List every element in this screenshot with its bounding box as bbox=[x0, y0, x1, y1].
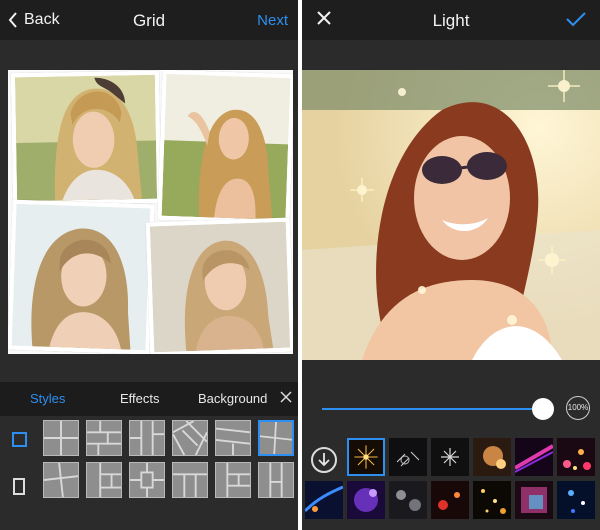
layout-grid-pinwheel[interactable] bbox=[172, 420, 208, 456]
grid-top-bar: Back Grid Next bbox=[0, 0, 298, 40]
collage-photo-3[interactable] bbox=[8, 199, 155, 354]
checkmark-icon[interactable] bbox=[566, 11, 586, 32]
close-icon[interactable] bbox=[280, 390, 292, 408]
collage-photo-1[interactable] bbox=[10, 70, 162, 206]
tool-tab-bar: Styles Effects Background bbox=[0, 382, 298, 416]
effect-light-streak[interactable] bbox=[515, 438, 553, 476]
effect-snowflakes[interactable] bbox=[389, 438, 427, 476]
effect-starburst[interactable] bbox=[431, 438, 469, 476]
layout-grid-angled[interactable] bbox=[43, 462, 79, 498]
intensity-slider-handle[interactable] bbox=[532, 398, 554, 420]
intensity-slider-track[interactable] bbox=[322, 408, 544, 410]
layout-grid-blocks[interactable] bbox=[215, 462, 251, 498]
effect-purple-glow[interactable] bbox=[347, 481, 385, 519]
effect-lens-flare[interactable] bbox=[305, 481, 343, 519]
page-title: Grid bbox=[132, 11, 166, 30]
effect-blue-sparkle[interactable] bbox=[557, 481, 595, 519]
page-title: Light bbox=[432, 11, 470, 30]
layout-grid-cross[interactable] bbox=[129, 462, 165, 498]
layout-grid-tilted[interactable] bbox=[258, 420, 294, 456]
intensity-percent: 100% bbox=[566, 396, 590, 420]
edited-photo bbox=[302, 70, 600, 360]
styles-panel bbox=[0, 416, 298, 530]
ratio-square-button[interactable] bbox=[12, 432, 27, 447]
effect-gold-dust[interactable] bbox=[473, 481, 511, 519]
ratio-portrait-button[interactable] bbox=[13, 478, 25, 495]
effect-sparkle-gold[interactable] bbox=[347, 438, 385, 476]
next-button[interactable]: Next bbox=[257, 12, 288, 29]
layout-grid-offset[interactable] bbox=[86, 420, 122, 456]
layout-grid-3col[interactable] bbox=[129, 420, 165, 456]
layout-grid-mixed[interactable] bbox=[86, 462, 122, 498]
effect-neon-blur[interactable] bbox=[515, 481, 553, 519]
collage-photo-2[interactable] bbox=[157, 70, 293, 225]
grid-editor-screen: Back Grid Next Styles Effects Background bbox=[0, 0, 298, 530]
layout-grid-stripes[interactable] bbox=[215, 420, 251, 456]
effect-bokeh-red[interactable] bbox=[431, 481, 469, 519]
light-top-bar: Light bbox=[302, 0, 600, 40]
tab-effects[interactable]: Effects bbox=[120, 391, 160, 406]
collage-photo-4[interactable] bbox=[145, 217, 293, 354]
effect-bokeh-pink[interactable] bbox=[557, 438, 595, 476]
collage-canvas bbox=[8, 70, 293, 354]
download-effects-button[interactable] bbox=[311, 447, 337, 473]
tab-background[interactable]: Background bbox=[198, 391, 267, 406]
effect-bokeh-silver[interactable] bbox=[389, 481, 427, 519]
effect-bokeh-warm[interactable] bbox=[473, 438, 511, 476]
layout-grid-tall[interactable] bbox=[258, 462, 294, 498]
layout-grid-bars[interactable] bbox=[172, 462, 208, 498]
light-editor-screen: Light 100% bbox=[302, 0, 600, 530]
tab-styles[interactable]: Styles bbox=[30, 391, 65, 406]
layout-grid-2x2[interactable] bbox=[43, 420, 79, 456]
download-icon bbox=[318, 453, 330, 467]
